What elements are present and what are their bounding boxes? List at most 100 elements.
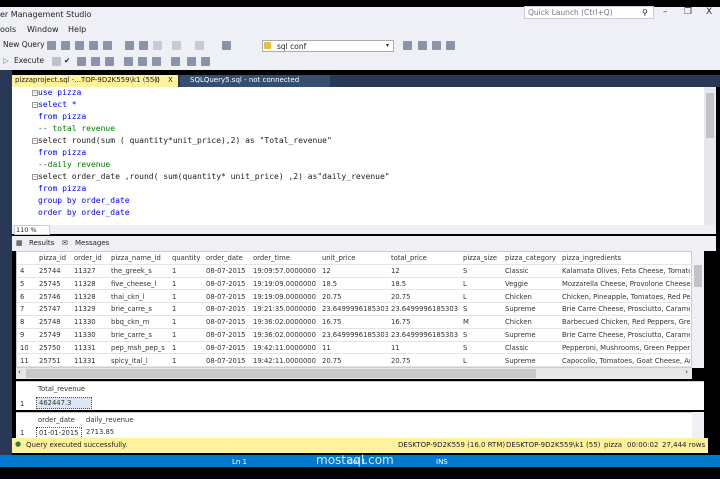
analysis-query-icon[interactable] bbox=[103, 41, 112, 50]
table-cell[interactable]: 19:36:02.0000000 bbox=[253, 331, 319, 339]
tab-messages[interactable]: Messages bbox=[75, 239, 109, 247]
table-cell[interactable]: 20.75 bbox=[322, 357, 388, 365]
table-cell[interactable]: five_cheese_l bbox=[111, 280, 169, 288]
table-cell[interactable]: Chicken bbox=[505, 293, 559, 301]
table-cell[interactable]: 11330 bbox=[74, 331, 108, 339]
table-cell[interactable]: 11331 bbox=[74, 357, 108, 365]
table-cell[interactable]: 08-07-2015 bbox=[206, 267, 250, 275]
table-cell[interactable]: 20.75 bbox=[391, 293, 460, 301]
grid-horizontal-scrollbar[interactable]: ‹ › bbox=[16, 368, 692, 379]
tab-pizzaproject[interactable]: pizzaproject.sql -...TOP-9D2K559\k1 (55)… bbox=[12, 75, 178, 87]
results-grid-active-icon[interactable] bbox=[187, 57, 196, 66]
column-header[interactable]: order_date bbox=[206, 254, 250, 262]
table-cell[interactable]: M bbox=[463, 318, 502, 326]
table-cell[interactable]: Supreme bbox=[505, 357, 559, 365]
tab-sqlquery5[interactable]: SQLQuery5.sql - not connected bbox=[180, 75, 330, 87]
table-cell[interactable]: L bbox=[463, 293, 502, 301]
toolbox-icon[interactable] bbox=[432, 41, 441, 50]
properties-icon[interactable] bbox=[403, 41, 412, 50]
table-cell[interactable]: Chicken, Pineapple, Tomatoes, Red Pepp bbox=[562, 293, 690, 301]
table-cell[interactable]: 11 bbox=[20, 357, 36, 365]
chevron-down-icon[interactable]: ▾ bbox=[386, 42, 389, 49]
table-cell[interactable]: thai_ckn_l bbox=[111, 293, 169, 301]
table-cell[interactable]: 08-07-2015 bbox=[206, 293, 250, 301]
grid-vertical-scrollbar[interactable] bbox=[692, 251, 704, 368]
table-cell[interactable]: 1 bbox=[172, 357, 203, 365]
column-header[interactable]: pizza_ingredients bbox=[562, 254, 690, 262]
database-query-icon[interactable] bbox=[47, 41, 56, 50]
daily-revenue-cell[interactable]: 2713.85 bbox=[86, 428, 114, 436]
table-cell[interactable]: 23.6499996185303 bbox=[322, 305, 388, 313]
table-cell[interactable]: the_greek_s bbox=[111, 267, 169, 275]
table-cell[interactable]: 19:36:02.0000000 bbox=[253, 318, 319, 326]
table-cell[interactable]: 1 bbox=[172, 318, 203, 326]
tab-results[interactable]: Results bbox=[29, 239, 54, 247]
column-header[interactable]: order_time bbox=[253, 254, 319, 262]
restore-button[interactable]: ❐ bbox=[684, 7, 692, 17]
table-cell[interactable]: 11331 bbox=[74, 344, 108, 352]
table-cell[interactable]: 19:42:11.0000000 bbox=[253, 344, 319, 352]
table-cell[interactable]: 1 bbox=[172, 280, 203, 288]
table-cell[interactable]: 23.6499996185303 bbox=[322, 331, 388, 339]
table-cell[interactable]: 18.5 bbox=[391, 280, 460, 288]
execute-button[interactable]: Execute bbox=[14, 56, 44, 65]
uncomment-icon[interactable] bbox=[138, 57, 147, 66]
undo-icon[interactable] bbox=[172, 41, 181, 50]
table-cell[interactable]: 12 bbox=[391, 267, 460, 275]
table-cell[interactable]: 4 bbox=[20, 267, 36, 275]
window-icon[interactable] bbox=[446, 41, 455, 50]
plan-icon[interactable] bbox=[77, 57, 86, 66]
table-cell[interactable]: Capocollo, Tomatoes, Goat Cheese, Artic bbox=[562, 357, 690, 365]
mdx-query-icon[interactable] bbox=[61, 41, 70, 50]
total-revenue-cell[interactable]: 462447.3 bbox=[36, 397, 92, 409]
table-cell[interactable]: S bbox=[463, 267, 502, 275]
column-header[interactable]: unit_price bbox=[322, 254, 388, 262]
query-design-icon[interactable] bbox=[91, 57, 100, 66]
table-cell[interactable]: Brie Carre Cheese, Prosciutto, Carameliz bbox=[562, 305, 690, 313]
result3-scrollbar[interactable] bbox=[692, 412, 704, 438]
table-cell[interactable]: 23.6499996185303 bbox=[391, 305, 460, 313]
table-cell[interactable]: 25747 bbox=[39, 305, 71, 313]
table-cell[interactable]: 11 bbox=[391, 344, 460, 352]
table-cell[interactable]: 8 bbox=[20, 318, 36, 326]
table-cell[interactable]: 08-07-2015 bbox=[206, 280, 250, 288]
table-cell[interactable]: S bbox=[463, 344, 502, 352]
copy-icon[interactable] bbox=[139, 41, 148, 50]
xmla-query-icon[interactable] bbox=[89, 41, 98, 50]
table-cell[interactable]: Kalamata Olives, Feta Cheese, Tomatoes bbox=[562, 267, 690, 275]
indent-icon[interactable] bbox=[201, 57, 210, 66]
sql-editor[interactable]: − − − − use pizza select * from pizza --… bbox=[12, 87, 716, 225]
redo-icon[interactable] bbox=[195, 41, 204, 50]
table-cell[interactable]: 08-07-2015 bbox=[206, 357, 250, 365]
table-cell[interactable]: 19:09:57.0000000 bbox=[253, 267, 319, 275]
column-header[interactable]: pizza_size bbox=[463, 254, 502, 262]
quick-launch-input[interactable]: Quick Launch (Ctrl+Q) bbox=[524, 6, 654, 19]
stop-icon[interactable] bbox=[52, 57, 61, 66]
table-cell[interactable]: 12 bbox=[322, 267, 388, 275]
close-tab-icon[interactable]: X bbox=[168, 76, 173, 84]
results-text-icon[interactable] bbox=[152, 57, 161, 66]
table-cell[interactable]: Pepperoni, Mushrooms, Green Peppers bbox=[562, 344, 690, 352]
menu-help[interactable]: Help bbox=[68, 25, 86, 34]
table-cell[interactable]: 25746 bbox=[39, 293, 71, 301]
table-cell[interactable]: 08-07-2015 bbox=[206, 344, 250, 352]
table-cell[interactable]: Supreme bbox=[505, 331, 559, 339]
table-cell[interactable]: S bbox=[463, 305, 502, 313]
table-cell[interactable]: 25750 bbox=[39, 344, 71, 352]
table-cell[interactable]: 1 bbox=[172, 344, 203, 352]
results-grid-icon[interactable] bbox=[171, 57, 180, 66]
table-cell[interactable]: 10 bbox=[20, 344, 36, 352]
new-query-button[interactable]: New Query bbox=[3, 40, 45, 49]
table-cell[interactable]: Classic bbox=[505, 344, 559, 352]
table-cell[interactable]: 11328 bbox=[74, 293, 108, 301]
table-cell[interactable]: 08-07-2015 bbox=[206, 305, 250, 313]
zoom-select[interactable]: 110 % bbox=[14, 225, 50, 235]
table-cell[interactable]: L bbox=[463, 280, 502, 288]
table-cell[interactable]: 7 bbox=[20, 305, 36, 313]
table-cell[interactable]: 19:19:09.0000000 bbox=[253, 293, 319, 301]
table-cell[interactable]: bbq_ckn_m bbox=[111, 318, 169, 326]
table-cell[interactable]: 25744 bbox=[39, 267, 71, 275]
table-cell[interactable]: 08-07-2015 bbox=[206, 331, 250, 339]
column-header[interactable]: quantity bbox=[172, 254, 203, 262]
pin-icon[interactable]: ⊙ bbox=[154, 76, 160, 84]
